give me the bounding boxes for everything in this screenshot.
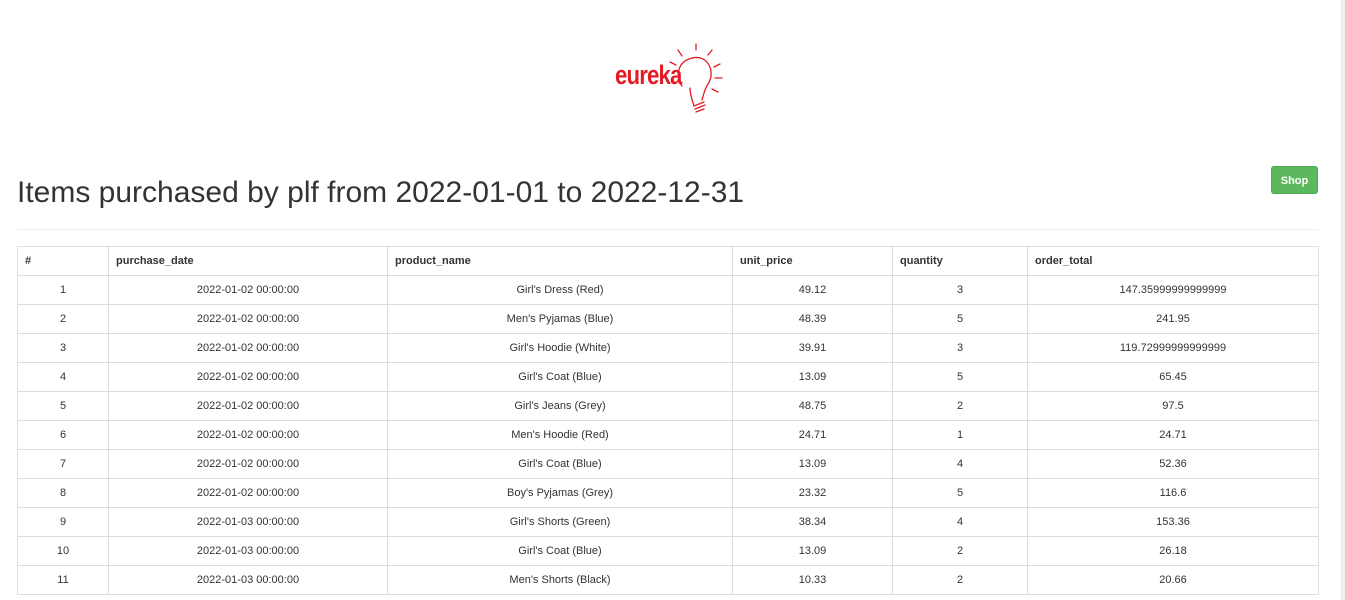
- cell-product-name: Men's Pyjamas (Blue): [387, 304, 733, 334]
- cell-unit-price: 10.33: [732, 565, 893, 595]
- cell-product-name: Men's Hoodie (Red): [387, 420, 733, 450]
- cell-purchase-date: 2022-01-03 00:00:00: [108, 507, 388, 537]
- cell-product-name: Girl's Hoodie (White): [387, 333, 733, 363]
- vertical-scrollbar[interactable]: [1341, 0, 1345, 600]
- cell-unit-price: 48.39: [732, 304, 893, 334]
- cell-order-total: 52.36: [1027, 449, 1319, 479]
- cell-order-total: 153.36: [1027, 507, 1319, 537]
- cell-order-total: 119.72999999999999: [1027, 333, 1319, 363]
- cell-quantity: 3: [892, 275, 1028, 305]
- cell-quantity: 2: [892, 391, 1028, 421]
- title-divider: [17, 229, 1318, 230]
- column-header-product-name: product_name: [387, 246, 733, 276]
- cell-purchase-date: 2022-01-02 00:00:00: [108, 391, 388, 421]
- cell-order-total: 147.35999999999999: [1027, 275, 1319, 305]
- cell-number: 6: [17, 420, 109, 450]
- table-row: 7 2022-01-02 00:00:00 Girl's Coat (Blue)…: [17, 449, 1319, 479]
- cell-number: 5: [17, 391, 109, 421]
- cell-unit-price: 13.09: [732, 449, 893, 479]
- table-row: 9 2022-01-03 00:00:00 Girl's Shorts (Gre…: [17, 507, 1319, 537]
- cell-quantity: 1: [892, 420, 1028, 450]
- cell-product-name: Girl's Coat (Blue): [387, 362, 733, 392]
- column-header-number: #: [17, 246, 109, 276]
- table-row: 6 2022-01-02 00:00:00 Men's Hoodie (Red)…: [17, 420, 1319, 450]
- cell-quantity: 3: [892, 333, 1028, 363]
- cell-order-total: 241.95: [1027, 304, 1319, 334]
- table-row: 4 2022-01-02 00:00:00 Girl's Coat (Blue)…: [17, 362, 1319, 392]
- cell-unit-price: 13.09: [732, 362, 893, 392]
- column-header-purchase-date: purchase_date: [108, 246, 388, 276]
- cell-quantity: 2: [892, 565, 1028, 595]
- cell-purchase-date: 2022-01-02 00:00:00: [108, 420, 388, 450]
- cell-number: 1: [17, 275, 109, 305]
- cell-product-name: Boy's Pyjamas (Grey): [387, 478, 733, 508]
- cell-unit-price: 23.32: [732, 478, 893, 508]
- table-row: 2 2022-01-02 00:00:00 Men's Pyjamas (Blu…: [17, 304, 1319, 334]
- cell-purchase-date: 2022-01-02 00:00:00: [108, 362, 388, 392]
- cell-product-name: Girl's Jeans (Grey): [387, 391, 733, 421]
- cell-order-total: 26.18: [1027, 536, 1319, 566]
- cell-order-total: 20.66: [1027, 565, 1319, 595]
- cell-order-total: 24.71: [1027, 420, 1319, 450]
- cell-product-name: Girl's Coat (Blue): [387, 449, 733, 479]
- cell-unit-price: 49.12: [732, 275, 893, 305]
- table-row: 11 2022-01-03 00:00:00 Men's Shorts (Bla…: [17, 565, 1319, 595]
- cell-quantity: 5: [892, 362, 1028, 392]
- cell-purchase-date: 2022-01-03 00:00:00: [108, 565, 388, 595]
- cell-quantity: 5: [892, 304, 1028, 334]
- cell-unit-price: 48.75: [732, 391, 893, 421]
- cell-unit-price: 24.71: [732, 420, 893, 450]
- shop-button[interactable]: Shop: [1271, 166, 1318, 194]
- cell-quantity: 4: [892, 449, 1028, 479]
- cell-product-name: Men's Shorts (Black): [387, 565, 733, 595]
- logo-text: eureka: [615, 60, 682, 90]
- cell-quantity: 4: [892, 507, 1028, 537]
- eureka-logo[interactable]: eureka: [612, 40, 732, 120]
- table-row: 5 2022-01-02 00:00:00 Girl's Jeans (Grey…: [17, 391, 1319, 421]
- cell-number: 7: [17, 449, 109, 479]
- cell-purchase-date: 2022-01-03 00:00:00: [108, 536, 388, 566]
- cell-quantity: 2: [892, 536, 1028, 566]
- purchases-table: # purchase_date product_name unit_price …: [17, 246, 1319, 595]
- cell-purchase-date: 2022-01-02 00:00:00: [108, 333, 388, 363]
- table-row: 1 2022-01-02 00:00:00 Girl's Dress (Red)…: [17, 275, 1319, 305]
- cell-number: 4: [17, 362, 109, 392]
- cell-order-total: 97.5: [1027, 391, 1319, 421]
- table-row: 8 2022-01-02 00:00:00 Boy's Pyjamas (Gre…: [17, 478, 1319, 508]
- page: eureka Shop Items purchased by plf from …: [0, 0, 1345, 600]
- cell-number: 3: [17, 333, 109, 363]
- cell-purchase-date: 2022-01-02 00:00:00: [108, 304, 388, 334]
- column-header-order-total: order_total: [1027, 246, 1319, 276]
- cell-product-name: Girl's Shorts (Green): [387, 507, 733, 537]
- cell-unit-price: 13.09: [732, 536, 893, 566]
- cell-number: 9: [17, 507, 109, 537]
- cell-purchase-date: 2022-01-02 00:00:00: [108, 275, 388, 305]
- cell-number: 10: [17, 536, 109, 566]
- table-header-row: # purchase_date product_name unit_price …: [17, 246, 1319, 276]
- page-title: Items purchased by plf from 2022-01-01 t…: [17, 176, 745, 209]
- cell-purchase-date: 2022-01-02 00:00:00: [108, 449, 388, 479]
- cell-number: 11: [17, 565, 109, 595]
- column-header-unit-price: unit_price: [732, 246, 893, 276]
- table-row: 3 2022-01-02 00:00:00 Girl's Hoodie (Whi…: [17, 333, 1319, 363]
- cell-unit-price: 38.34: [732, 507, 893, 537]
- cell-quantity: 5: [892, 478, 1028, 508]
- cell-number: 8: [17, 478, 109, 508]
- table-row: 10 2022-01-03 00:00:00 Girl's Coat (Blue…: [17, 536, 1319, 566]
- cell-purchase-date: 2022-01-02 00:00:00: [108, 478, 388, 508]
- cell-order-total: 65.45: [1027, 362, 1319, 392]
- table-body: 1 2022-01-02 00:00:00 Girl's Dress (Red)…: [17, 275, 1319, 595]
- cell-unit-price: 39.91: [732, 333, 893, 363]
- cell-product-name: Girl's Dress (Red): [387, 275, 733, 305]
- cell-product-name: Girl's Coat (Blue): [387, 536, 733, 566]
- cell-number: 2: [17, 304, 109, 334]
- cell-order-total: 116.6: [1027, 478, 1319, 508]
- column-header-quantity: quantity: [892, 246, 1028, 276]
